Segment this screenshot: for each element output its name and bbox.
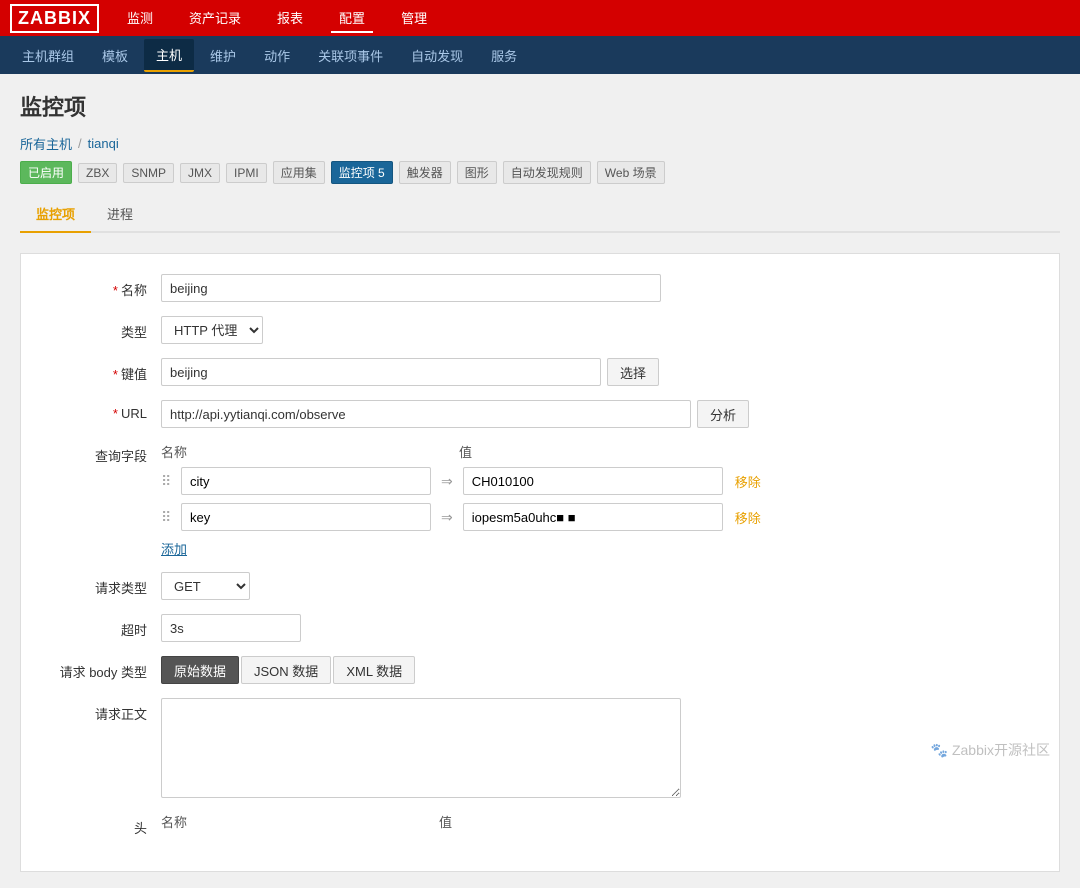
form-row-request-type: 请求类型 GET POST PUT DELETE HEAD PATCH [41, 572, 1039, 600]
breadcrumb-host[interactable]: tianqi [88, 136, 119, 151]
request-type-select[interactable]: GET POST PUT DELETE HEAD PATCH [161, 572, 250, 600]
subnav-maintenance[interactable]: 维护 [198, 40, 248, 71]
qf-name-header: 名称 [161, 442, 431, 461]
tab-strip: 监控项 进程 [20, 196, 1060, 233]
tag-triggers[interactable]: 触发器 [399, 161, 451, 184]
subnav-hosts[interactable]: 主机 [144, 39, 194, 72]
nav-admin[interactable]: 管理 [393, 4, 435, 33]
top-nav: ZABBIX 监测 资产记录 报表 配置 管理 [0, 0, 1080, 36]
page-content: 监控项 所有主机 / tianqi 已启用 ZBX SNMP JMX IPMI … [0, 74, 1080, 888]
url-input[interactable] [161, 400, 691, 428]
nav-reports[interactable]: 报表 [269, 4, 311, 33]
page-title: 监控项 [20, 90, 1060, 122]
form-row-key: *键值 选择 [41, 358, 1039, 386]
tag-items[interactable]: 监控项 5 [331, 161, 393, 184]
add-row: 添加 [161, 539, 761, 558]
required-star-name: * [113, 283, 118, 298]
form-row-request-body: 请求正文 [41, 698, 1039, 798]
sub-nav: 主机群组 模板 主机 维护 动作 关联项事件 自动发现 服务 [0, 36, 1080, 74]
url-label: *URL [41, 400, 161, 421]
logo: ZABBIX [10, 4, 99, 33]
query-fields-block: 名称 值 ⠿ ⇒ 移除 ⠿ ⇒ 移除 [161, 442, 761, 558]
name-input[interactable] [161, 274, 661, 302]
qf-arrow-1: ⇒ [437, 509, 457, 526]
qf-value-input-0[interactable] [463, 467, 723, 495]
form-row-timeout: 超时 [41, 614, 1039, 642]
qf-arrow-0: ⇒ [437, 473, 457, 490]
qf-name-input-1[interactable] [181, 503, 431, 531]
tag-zbx[interactable]: ZBX [78, 163, 117, 183]
required-star-url: * [113, 406, 118, 421]
breadcrumb-sep: / [78, 136, 82, 151]
subnav-services[interactable]: 服务 [479, 40, 529, 71]
body-type-json[interactable]: JSON 数据 [241, 656, 331, 684]
breadcrumb-all-hosts[interactable]: 所有主机 [20, 134, 72, 153]
query-label: 查询字段 [41, 442, 161, 465]
subnav-host-groups[interactable]: 主机群组 [10, 40, 86, 71]
body-type-raw[interactable]: 原始数据 [161, 656, 239, 684]
nav-monitor[interactable]: 监测 [119, 4, 161, 33]
tag-app-set[interactable]: 应用集 [273, 161, 325, 184]
head-name-col: 名称 [161, 812, 431, 831]
form-container: *名称 类型 HTTP 代理 *键值 选择 *URL 分析 [20, 253, 1060, 872]
name-label: *名称 [41, 274, 161, 299]
request-type-select-row: GET POST PUT DELETE HEAD PATCH [161, 572, 250, 600]
timeout-label: 超时 [41, 614, 161, 639]
form-row-query: 查询字段 名称 值 ⠿ ⇒ 移除 ⠿ [41, 442, 1039, 558]
subnav-correlation[interactable]: 关联项事件 [306, 40, 395, 71]
drag-handle-0[interactable]: ⠿ [161, 473, 175, 490]
nav-config[interactable]: 配置 [331, 4, 373, 33]
tag-enabled[interactable]: 已启用 [20, 161, 72, 184]
head-label: 头 [41, 812, 161, 837]
head-cols: 名称 值 [161, 812, 452, 831]
request-body-textarea[interactable] [161, 698, 681, 798]
type-label: 类型 [41, 316, 161, 341]
query-fields-header: 名称 值 [161, 442, 761, 461]
key-input[interactable] [161, 358, 601, 386]
qf-name-input-0[interactable] [181, 467, 431, 495]
head-value-col: 值 [439, 812, 452, 831]
tab-items[interactable]: 监控项 [20, 196, 91, 233]
timeout-input[interactable] [161, 614, 301, 642]
tag-ipmi[interactable]: IPMI [226, 163, 267, 183]
body-type-group: 原始数据 JSON 数据 XML 数据 [161, 656, 415, 684]
analyze-button[interactable]: 分析 [697, 400, 749, 428]
request-body-label: 请求正文 [41, 698, 161, 723]
select-button[interactable]: 选择 [607, 358, 659, 386]
query-field-row-1: ⠿ ⇒ 移除 [161, 503, 761, 531]
tag-jmx[interactable]: JMX [180, 163, 220, 183]
tag-snmp[interactable]: SNMP [123, 163, 174, 183]
key-label: *键值 [41, 358, 161, 383]
breadcrumb: 所有主机 / tianqi [20, 134, 1060, 153]
drag-handle-1[interactable]: ⠿ [161, 509, 175, 526]
form-row-url: *URL 分析 [41, 400, 1039, 428]
subnav-templates[interactable]: 模板 [90, 40, 140, 71]
remove-link-1[interactable]: 移除 [735, 508, 761, 527]
form-row-body-type: 请求 body 类型 原始数据 JSON 数据 XML 数据 [41, 656, 1039, 684]
form-row-head: 头 名称 值 [41, 812, 1039, 837]
add-link[interactable]: 添加 [161, 542, 187, 557]
tab-process[interactable]: 进程 [91, 196, 149, 233]
tag-web-scenarios[interactable]: Web 场景 [597, 161, 665, 184]
remove-link-0[interactable]: 移除 [735, 472, 761, 491]
body-type-xml[interactable]: XML 数据 [333, 656, 415, 684]
form-row-name: *名称 [41, 274, 1039, 302]
tag-graphs[interactable]: 图形 [457, 161, 497, 184]
top-nav-items: 监测 资产记录 报表 配置 管理 [119, 4, 435, 33]
query-field-row-0: ⠿ ⇒ 移除 [161, 467, 761, 495]
nav-assets[interactable]: 资产记录 [181, 4, 249, 33]
qf-value-header: 值 [459, 442, 472, 461]
type-select[interactable]: HTTP 代理 [161, 316, 263, 344]
qf-value-input-1[interactable] [463, 503, 723, 531]
tag-discovery-rules[interactable]: 自动发现规则 [503, 161, 591, 184]
request-type-label: 请求类型 [41, 572, 161, 597]
required-star-key: * [113, 367, 118, 382]
body-type-label: 请求 body 类型 [41, 656, 161, 681]
subnav-discovery[interactable]: 自动发现 [399, 40, 475, 71]
tags-row: 已启用 ZBX SNMP JMX IPMI 应用集 监控项 5 触发器 图形 自… [20, 161, 1060, 184]
form-row-type: 类型 HTTP 代理 [41, 316, 1039, 344]
subnav-actions[interactable]: 动作 [252, 40, 302, 71]
